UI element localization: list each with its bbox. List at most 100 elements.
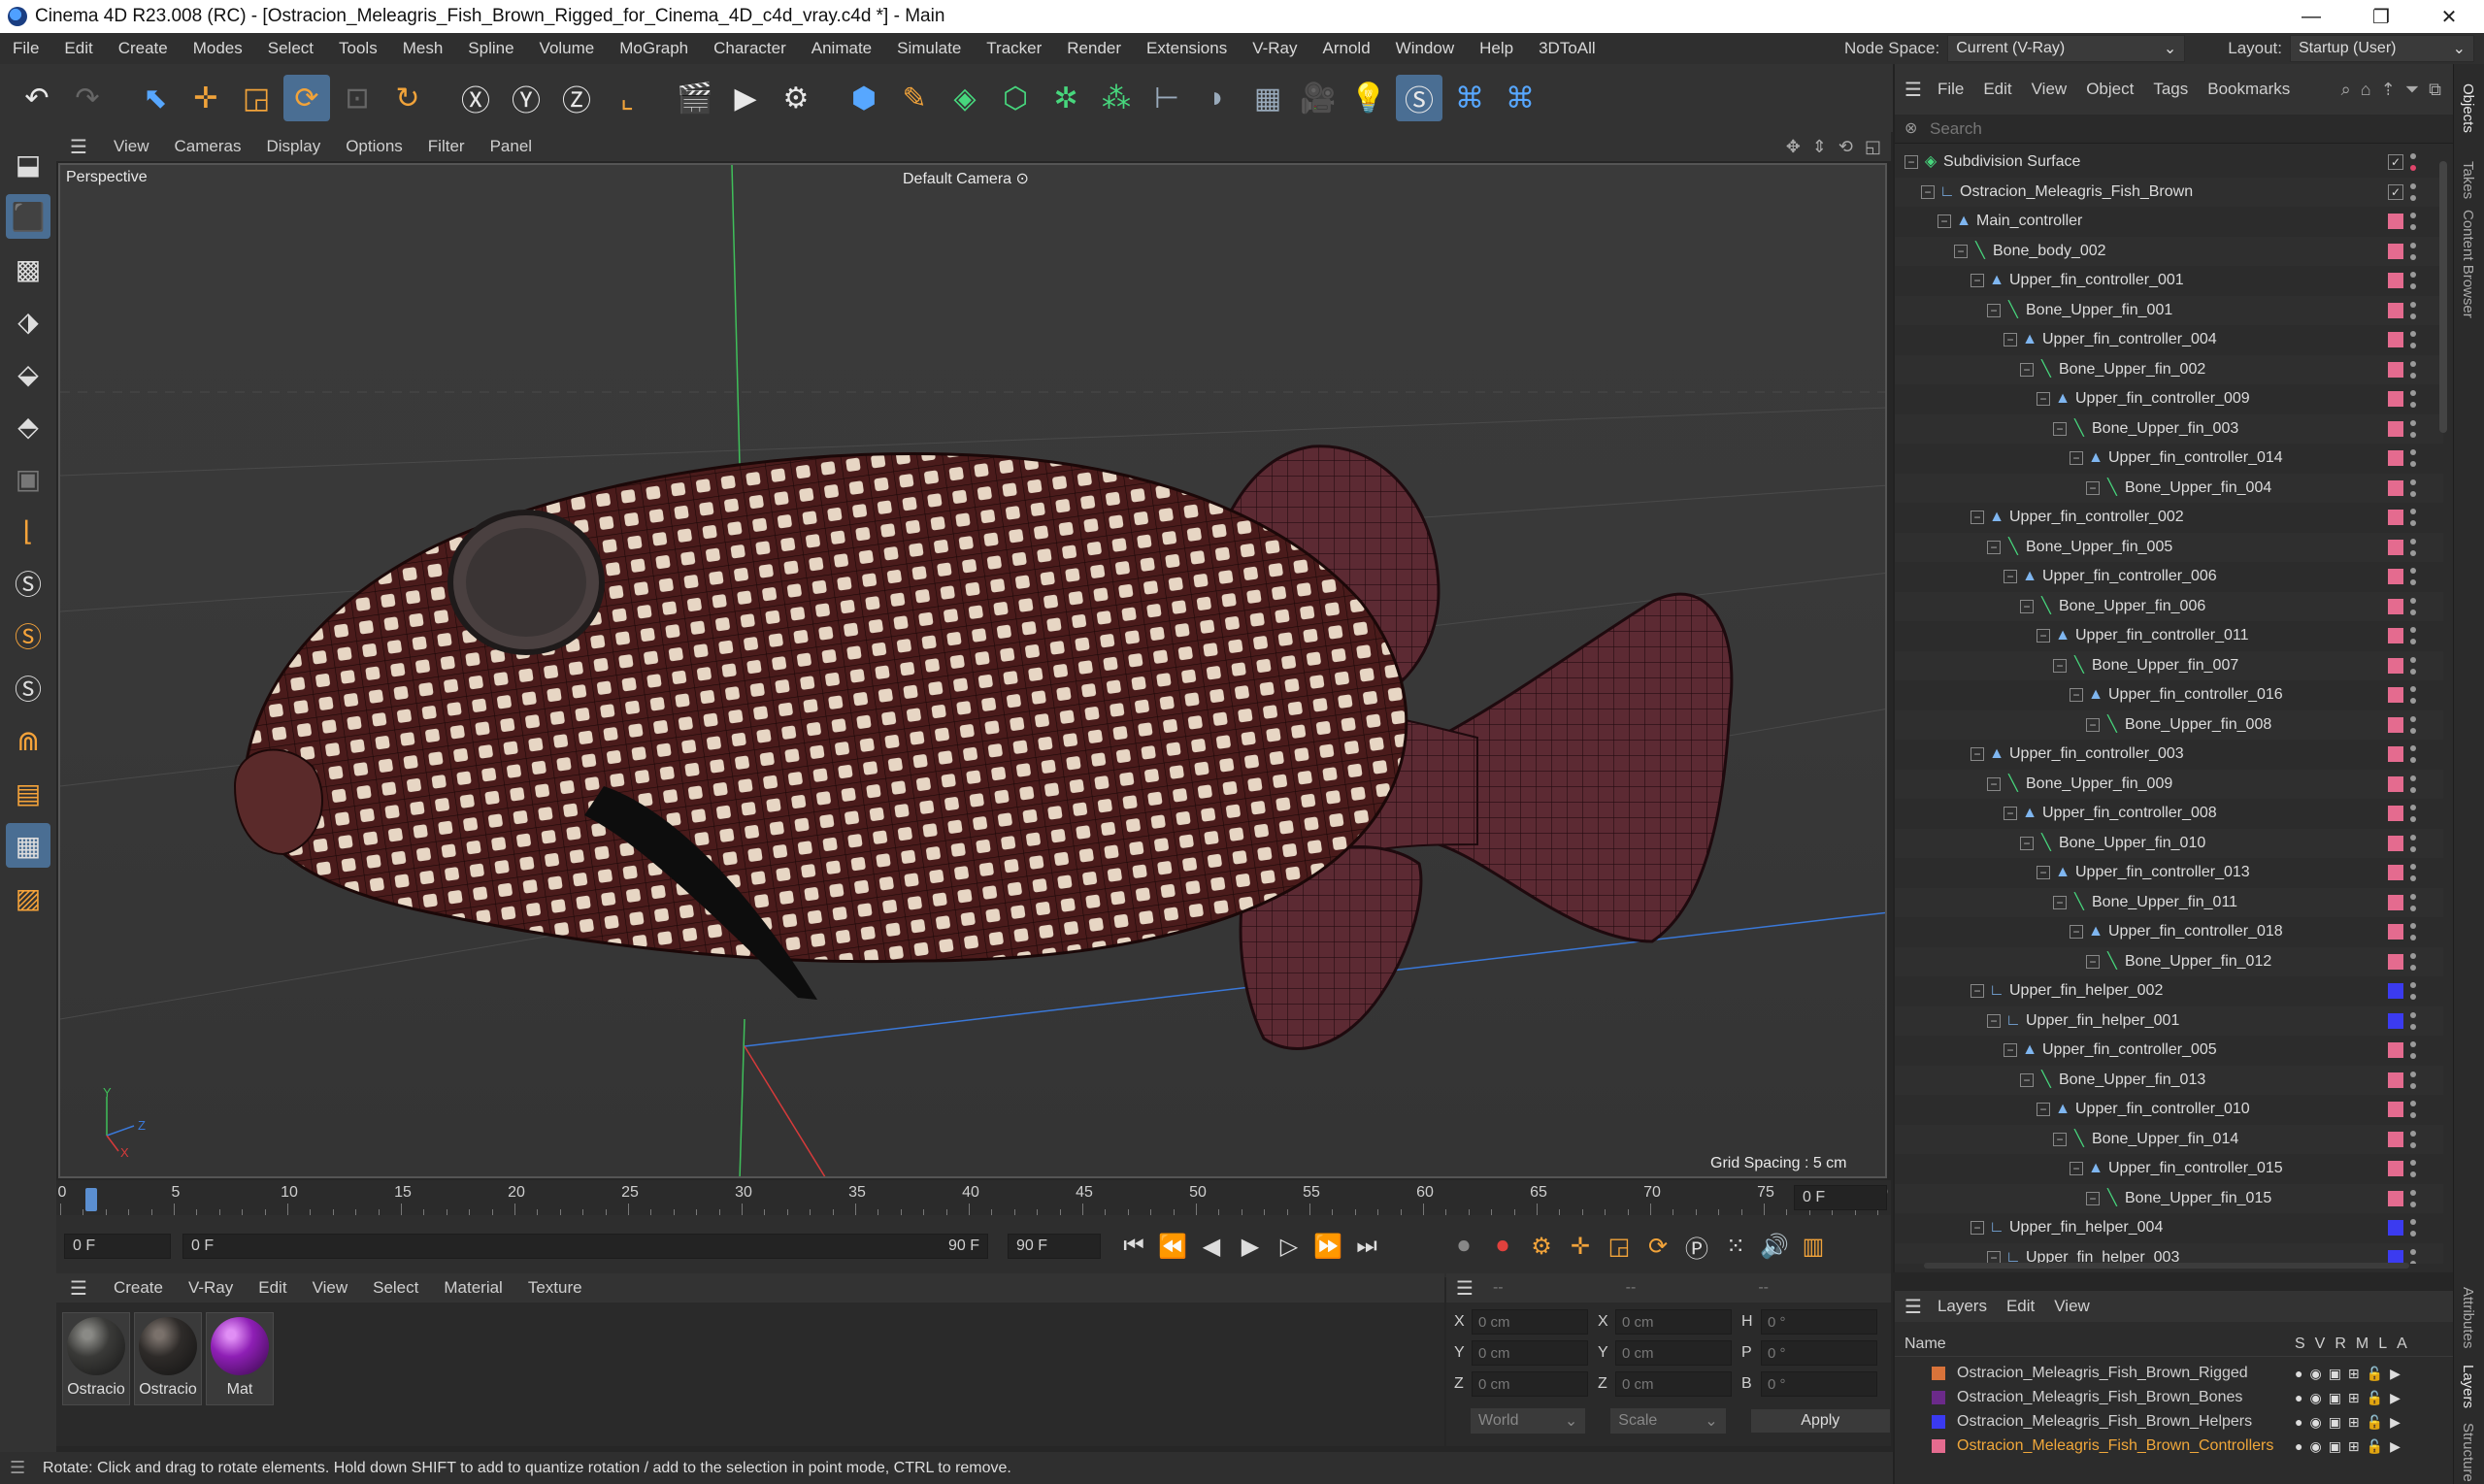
object-row[interactable]: − ∟ Ostracion_Meleagris_Fish_Brown ✓ <box>1895 177 2443 207</box>
render-visibility-dot[interactable] <box>2410 165 2416 171</box>
rotation-b-field[interactable]: 0 ° <box>1761 1371 1877 1397</box>
expand-toggle-icon[interactable]: − <box>2070 1162 2083 1175</box>
visibility-dots[interactable] <box>2409 686 2417 704</box>
object-menu-view[interactable]: View <box>2022 80 2077 99</box>
editor-visibility-dot[interactable] <box>2410 419 2416 426</box>
end-frame-field[interactable]: 90 F <box>1008 1234 1101 1259</box>
visibility-dots[interactable] <box>2409 1248 2417 1264</box>
render-visibility-dot[interactable] <box>2410 727 2416 734</box>
light-icon[interactable]: 💡 <box>1345 75 1392 121</box>
render-visibility-dot[interactable] <box>2410 994 2416 1000</box>
layer-color-swatch[interactable] <box>2388 1161 2403 1176</box>
layout-dropdown[interactable]: Startup (User) ⌄ <box>2290 35 2474 62</box>
solo-icon[interactable]: ● <box>2295 1438 2302 1455</box>
material-menu-select[interactable]: Select <box>360 1278 431 1298</box>
expand-toggle-icon[interactable]: − <box>2004 333 2017 346</box>
redo-icon[interactable]: ↷ <box>64 75 111 121</box>
visibility-dots[interactable] <box>2409 242 2417 260</box>
visibility-dots[interactable] <box>2409 568 2417 585</box>
editor-visibility-dot[interactable] <box>2410 509 2416 514</box>
editor-visibility-dot[interactable] <box>2410 686 2416 692</box>
material-swatch[interactable]: Ostracio <box>134 1312 202 1405</box>
layer-color-swatch[interactable] <box>2388 806 2403 821</box>
material-menu-view[interactable]: View <box>300 1278 361 1298</box>
layer-color-swatch[interactable]: ✓ <box>2388 154 2403 170</box>
edges-mode-icon[interactable]: ⬙ <box>6 351 50 396</box>
editor-visibility-dot[interactable] <box>2410 864 2416 870</box>
playhead[interactable] <box>85 1188 97 1211</box>
render-visibility-dot[interactable] <box>2410 609 2416 615</box>
render-visibility-dot[interactable] <box>2410 1053 2416 1059</box>
menu-item-window[interactable]: Window <box>1383 39 1467 58</box>
menu-item-edit[interactable]: Edit <box>51 39 105 58</box>
position-y-field[interactable]: 0 cm <box>1472 1340 1588 1366</box>
visible-icon[interactable]: ◉ <box>2309 1414 2321 1431</box>
visibility-dots[interactable] <box>2409 1101 2417 1118</box>
visibility-dots[interactable] <box>2409 923 2417 940</box>
vray-icon[interactable]: Ⓢ <box>1396 75 1442 121</box>
play-icon[interactable]: ▶ <box>1231 1227 1270 1266</box>
python-script-icon[interactable]: ⌘ <box>1497 75 1543 121</box>
visibility-dots[interactable] <box>2409 775 2417 793</box>
polygons-mode-icon[interactable]: ⬘ <box>6 404 50 448</box>
layer-row[interactable]: Ostracion_Meleagris_Fish_Brown_Rigged ● ◉ ▣… <box>1895 1361 2455 1386</box>
coordinate-system-icon[interactable]: ⌞ <box>604 75 650 121</box>
expand-toggle-icon[interactable]: − <box>2053 1132 2067 1146</box>
size-z-field[interactable]: 0 cm <box>1615 1371 1732 1397</box>
editor-visibility-dot[interactable] <box>2410 182 2416 189</box>
render-visibility-dot[interactable] <box>2410 343 2416 348</box>
tab-objects[interactable]: Objects <box>2460 83 2476 133</box>
object-row[interactable]: − ▲ Upper_fin_controller_011 <box>1895 621 2443 650</box>
layer-color-swatch[interactable] <box>2388 450 2403 466</box>
layer-color-swatch[interactable] <box>2388 1102 2403 1117</box>
layer-color-swatch[interactable] <box>1932 1439 1945 1453</box>
menu-item-tracker[interactable]: Tracker <box>974 39 1054 58</box>
editor-visibility-dot[interactable] <box>2410 390 2416 396</box>
uv-mode-icon[interactable]: ▣ <box>6 456 50 501</box>
render-visibility-dot[interactable] <box>2410 1112 2416 1118</box>
editor-visibility-dot[interactable] <box>2410 1101 2416 1106</box>
pen-icon[interactable]: ✎ <box>891 75 938 121</box>
previous-key-icon[interactable]: ⏪ <box>1153 1227 1192 1266</box>
minimize-button[interactable]: — <box>2276 0 2346 33</box>
object-tree-scrollbar[interactable] <box>2439 161 2447 433</box>
editor-visibility-dot[interactable] <box>2410 1219 2416 1225</box>
model-mode-icon[interactable]: ⬛ <box>6 194 50 239</box>
object-row[interactable]: − ╲ Bone_Upper_fin_015 <box>1895 1183 2443 1213</box>
render-icon[interactable]: ▣ <box>2329 1366 2341 1382</box>
render-visibility-dot[interactable] <box>2410 905 2416 911</box>
render-visibility-dot[interactable] <box>2410 520 2416 526</box>
render-settings-icon[interactable]: ⚙ <box>773 75 819 121</box>
viewport-menu-panel[interactable]: Panel <box>478 137 545 156</box>
visibility-dots[interactable] <box>2409 627 2417 644</box>
editor-visibility-dot[interactable] <box>2410 1160 2416 1166</box>
object-row[interactable]: − ╲ Bone_Upper_fin_010 <box>1895 828 2443 858</box>
editor-visibility-dot[interactable] <box>2410 1248 2416 1255</box>
editor-visibility-dot[interactable] <box>2410 449 2416 455</box>
visibility-dots[interactable] <box>2409 538 2417 556</box>
visibility-dots[interactable] <box>2409 834 2417 852</box>
hamburger-icon[interactable]: ☰ <box>56 135 101 159</box>
layer-color-swatch[interactable] <box>2388 716 2403 733</box>
menu-item-select[interactable]: Select <box>255 39 326 58</box>
visibility-dots[interactable] <box>2409 1160 2417 1177</box>
layer-color-swatch[interactable] <box>2388 687 2403 703</box>
layer-color-swatch[interactable] <box>1932 1367 1945 1380</box>
menu-item-simulate[interactable]: Simulate <box>884 39 974 58</box>
editor-visibility-dot[interactable] <box>2410 1071 2416 1077</box>
expand-toggle-icon[interactable]: − <box>1971 511 1984 524</box>
menu-item-extensions[interactable]: Extensions <box>1134 39 1240 58</box>
expand-toggle-icon[interactable]: − <box>1987 303 2001 317</box>
z-axis-lock-icon[interactable]: Ⓩ <box>553 75 600 121</box>
expand-toggle-icon[interactable]: − <box>1987 776 2001 791</box>
render-visibility-dot[interactable] <box>2410 194 2416 201</box>
timeline-window-icon[interactable]: ▥ <box>1794 1227 1833 1266</box>
layer-menu-edit[interactable]: Edit <box>1997 1297 2044 1316</box>
position-x-field[interactable]: 0 cm <box>1472 1309 1588 1335</box>
expand-toggle-icon[interactable]: − <box>2004 1043 2017 1057</box>
viewport-menu-display[interactable]: Display <box>253 137 333 156</box>
layer-color-swatch[interactable] <box>2388 1012 2403 1029</box>
render-visibility-dot[interactable] <box>2410 964 2416 971</box>
visibility-dots[interactable] <box>2409 272 2417 289</box>
cube-icon[interactable]: ⬢ <box>841 75 887 121</box>
